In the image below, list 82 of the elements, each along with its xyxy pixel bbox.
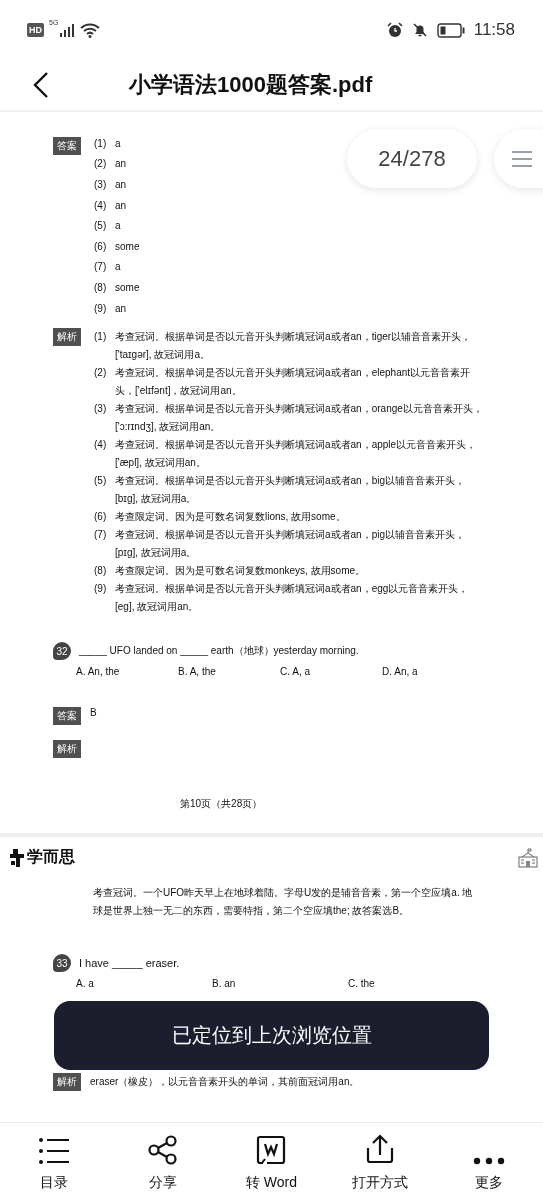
answer-text: a [115, 261, 121, 273]
question-number: 32 [53, 642, 71, 661]
share-icon [147, 1135, 178, 1165]
toolbar-button[interactable]: 分享 [108, 1123, 218, 1200]
signal-icon [59, 23, 76, 37]
answer-option: B. an [212, 978, 348, 989]
answer-text: some [115, 281, 140, 293]
answer-option: C. A, a [280, 666, 382, 678]
page-footer: 第10页（共28页） [180, 797, 543, 812]
back-icon[interactable] [33, 71, 49, 99]
mute-icon [411, 22, 428, 38]
toast-message: 已定位到上次浏览位置 [54, 1001, 489, 1070]
item-number: (8) [94, 281, 106, 293]
wifi-icon [80, 22, 101, 38]
item-number: (1) [94, 330, 106, 345]
item-number: (6) [94, 510, 106, 525]
more-icon [472, 1157, 505, 1165]
answer-text: an [115, 179, 127, 190]
upload-icon [365, 1133, 396, 1165]
answer-option: A. a [76, 978, 212, 989]
item-number: (5) [94, 474, 106, 489]
item-number: (4) [94, 438, 106, 453]
answer-option: A. An, the [76, 666, 178, 678]
analysis-text: 考查限定词。因为是可数名词复数lions, 故用some。 [115, 510, 347, 525]
answer-option: C. the [348, 978, 484, 989]
list-icon [38, 1137, 71, 1165]
answer-option: B. A, the [178, 666, 280, 678]
toolbar-button[interactable]: 打开方式 [325, 1123, 435, 1200]
answer-text: an [115, 158, 127, 170]
toolbar-button[interactable]: 更多 [434, 1123, 543, 1200]
analysis-text: 考查冠词。根据单词是否以元音开头判断填冠词a或者an，apple以元音音素开头，['æpl], 故冠词用an。 [115, 438, 478, 471]
item-number: (5) [94, 220, 106, 232]
item-number: (3) [94, 402, 106, 417]
answer-text: a [115, 137, 121, 149]
item-number: (9) [94, 582, 106, 597]
answer-tag: 答案 [53, 137, 81, 155]
analysis-tag: 解析 [53, 740, 81, 759]
answer-option: D. An, a [382, 666, 484, 678]
analysis-text: 考查限定词。因为是可数名词复数monkeys, 故用some。 [115, 564, 367, 579]
menu-button[interactable] [494, 130, 543, 188]
analysis-text: 考查冠词。根据单词是否以元音开头判断填冠词a或者an，tiger以辅音音素开头，['taɪɡər], 故冠词用a。 [115, 330, 473, 363]
answer-tag: 答案 [53, 707, 81, 726]
battery-icon [436, 22, 465, 38]
item-number: (7) [94, 261, 106, 273]
item-number: (2) [94, 366, 106, 381]
page-indicator[interactable]: 24/278 [347, 130, 477, 188]
alarm-icon [386, 22, 403, 38]
analysis-text: 考查冠词。根据单词是否以元音开头判断填冠词a或者an，pig以辅音音素开头，[pɪɡ], 故冠词用a。 [115, 528, 467, 561]
analysis-text: 考查冠词。根据单词是否以元音开头判断填冠词a或者an，big以辅音音素开头，[bɪɡ], 故冠词用a。 [115, 474, 467, 507]
answer-text: a [115, 220, 121, 232]
analysis-text: 考查冠词。根据单词是否以元音开头判断填冠词a或者an，orange以元音音素开头，['ɔ:rɪndʒ], 故冠词用an。 [115, 402, 484, 435]
item-number: (9) [94, 302, 106, 314]
analysis-text: eraser（橡皮），以元音音素开头的单词，其前面冠词用an。 [90, 1075, 360, 1089]
answer-text: B [90, 707, 97, 719]
item-number: (7) [94, 528, 106, 543]
document-title: 小学语法1000题答案.pdf [129, 71, 373, 99]
answer-text: some [115, 240, 140, 252]
analysis-text: 考查冠词。根据单词是否以元音开头判断填冠词a或者an，elephant以元音音素开头，['elɪfənt]，故冠词用an。 [115, 366, 472, 399]
item-number: (2) [94, 158, 106, 170]
analysis-tag: 解析 [53, 328, 81, 347]
answer-text: an [115, 199, 127, 211]
item-number: (4) [94, 199, 106, 211]
school-building-icon [518, 847, 538, 868]
question-text: I have _____ eraser. [79, 957, 180, 969]
toolbar-button[interactable]: 转 Word [217, 1123, 326, 1200]
menu-icon [512, 150, 532, 168]
word-document-icon [256, 1135, 287, 1165]
logo-icon [10, 848, 24, 867]
analysis-text: 考查冠词。根据单词是否以元音开头判断填冠词a或者an，egg以元音音素开头，[eɡ], 故冠词用an。 [115, 582, 470, 615]
item-number: (3) [94, 179, 106, 190]
logo-text: 学而思 [27, 847, 75, 867]
item-number: (6) [94, 240, 106, 252]
clock-time: 11:58 [473, 20, 515, 40]
hd-icon: HD [27, 23, 44, 37]
answer-text: an [115, 302, 127, 314]
item-number: (8) [94, 564, 106, 579]
question-text: _____ UFO landed on _____ earth（地球）yesterday morning. [79, 644, 359, 659]
item-number: (1) [94, 137, 106, 149]
analysis-tag: 解析 [53, 1073, 81, 1091]
analysis-text: 考查冠词。一个UFO昨天早上在地球着陆。字母U发的是辅音音素，第一个空应填a. 地球是世界上独一无二的东西，需要特指，第二个空应填the; 故答案选B。 [93, 886, 474, 918]
question-number: 33 [53, 954, 71, 972]
toolbar-button[interactable]: 目录 [0, 1123, 109, 1200]
